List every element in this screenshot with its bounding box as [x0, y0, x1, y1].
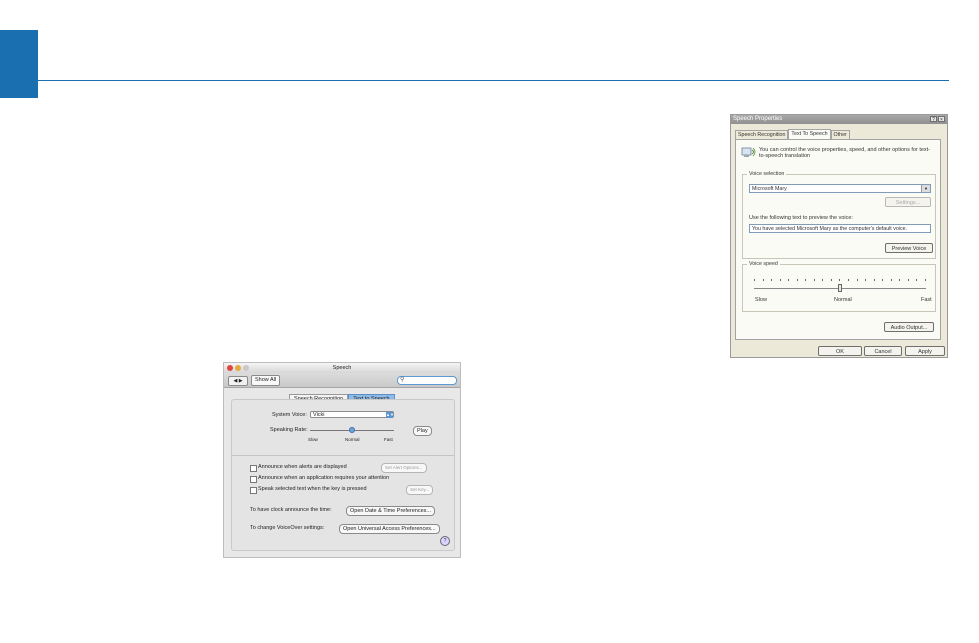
voice-speed-group: Voice speed Slow Normal Fast — [742, 261, 936, 312]
show-all-button[interactable]: Show All — [251, 375, 281, 386]
ok-button[interactable]: OK — [818, 346, 862, 356]
speed-tick — [916, 279, 918, 281]
speed-tick — [899, 279, 901, 281]
voice-speed-slider[interactable] — [754, 284, 926, 292]
speed-tick — [771, 279, 773, 281]
win-title-bar: Speech Properties ? × — [731, 115, 947, 124]
voice-dropdown[interactable]: Microsoft Mary ▼ — [749, 184, 931, 193]
speed-tick — [873, 279, 875, 281]
speed-tick — [779, 279, 781, 281]
preview-text-field[interactable]: You have selected Microsoft Mary as the … — [749, 224, 931, 233]
chevron-down-icon: ▼ — [921, 185, 930, 192]
open-universal-access-button[interactable]: Open Universal Access Preferences... — [339, 524, 440, 534]
tts-intro-text: You can control the voice properties, sp… — [759, 147, 931, 159]
minimize-window-icon[interactable] — [235, 365, 241, 371]
help-icon[interactable]: ? — [440, 536, 450, 546]
audio-output-button[interactable]: Audio Output... — [884, 322, 934, 332]
search-input[interactable]: ⚲ — [397, 376, 457, 385]
speed-tick — [839, 279, 841, 281]
speed-label-slow: Slow — [755, 297, 767, 303]
speed-label-fast: Fast — [921, 297, 932, 303]
speed-tick — [830, 279, 832, 281]
speed-tick — [907, 279, 909, 281]
tab-speech-recognition[interactable]: Speech Recognition — [735, 130, 789, 139]
speed-ticks — [754, 279, 926, 283]
header-rule — [38, 80, 949, 81]
back-forward-buttons[interactable]: ◀ ▶ — [228, 376, 248, 386]
set-alert-options-button[interactable]: Set Alert Options... — [381, 463, 427, 473]
speaking-rate-label: Speaking Rate: — [270, 427, 308, 433]
voice-selection-group: Voice selection Microsoft Mary ▼ Setting… — [742, 171, 936, 259]
system-voice-popup[interactable]: Vicki ▲▼ — [310, 411, 394, 418]
preview-text-label: Use the following text to preview the vo… — [749, 215, 853, 221]
text-to-speech-panel: You can control the voice properties, sp… — [735, 139, 941, 340]
zoom-window-icon[interactable] — [243, 365, 249, 371]
preview-text-value: You have selected Microsoft Mary as the … — [752, 226, 908, 232]
speed-tick — [788, 279, 790, 281]
mac-toolbar: ◀ ▶ Show All ⚲ — [224, 373, 460, 388]
tab-other[interactable]: Other — [830, 130, 850, 139]
speed-tick — [822, 279, 824, 281]
rate-tick-slow: Slow — [308, 437, 318, 442]
settings-button[interactable]: Settings... — [885, 197, 931, 207]
apply-button[interactable]: Apply — [905, 346, 945, 356]
win-dialog-title: Speech Properties — [733, 116, 783, 122]
speed-tick — [754, 279, 755, 281]
win-tab-bar: Speech Recognition Text To Speech Other — [735, 129, 850, 139]
voice-dropdown-value: Microsoft Mary — [752, 186, 787, 192]
mac-title-bar: Speech — [224, 363, 460, 373]
system-voice-label: System Voice: — [272, 412, 307, 418]
cancel-button[interactable]: Cancel — [864, 346, 902, 356]
close-window-icon[interactable] — [227, 365, 233, 371]
speed-tick — [848, 279, 850, 281]
announce-alerts-label: Announce when alerts are displayed — [258, 464, 347, 470]
voice-speed-thumb[interactable] — [838, 284, 842, 292]
speaking-rate-slider[interactable] — [310, 427, 394, 433]
announce-attention-label: Announce when an application requires yo… — [258, 475, 390, 481]
system-voice-value: Vicki — [313, 412, 325, 418]
set-key-button[interactable]: Set Key... — [406, 485, 434, 495]
speed-tick — [890, 279, 892, 281]
text-to-speech-pane: System Voice: Vicki ▲▼ Speaking Rate: Sl… — [231, 399, 455, 551]
rate-tick-fast: Fast — [384, 437, 393, 442]
speed-tick — [924, 279, 926, 281]
search-icon: ⚲ — [400, 377, 405, 383]
speaking-rate-knob[interactable] — [349, 427, 355, 433]
close-icon[interactable]: × — [938, 116, 945, 123]
speed-tick — [856, 279, 858, 281]
tab-text-to-speech[interactable]: Text To Speech — [788, 129, 831, 139]
rate-tick-normal: Normal — [345, 437, 360, 442]
help-icon[interactable]: ? — [930, 116, 937, 123]
preview-voice-button[interactable]: Preview Voice — [885, 243, 933, 253]
speed-tick — [762, 279, 764, 281]
clock-announce-label: To have clock announce the time: — [250, 507, 332, 513]
popup-arrows-icon: ▲▼ — [386, 412, 394, 418]
speak-selected-text-checkbox[interactable] — [250, 487, 257, 494]
play-button[interactable]: Play — [413, 426, 432, 436]
voice-speed-label: Voice speed — [747, 261, 780, 267]
speak-selected-text-label: Speak selected text when the key is pres… — [258, 486, 367, 492]
open-date-time-button[interactable]: Open Date & Time Preferences... — [346, 506, 436, 516]
voice-selection-label: Voice selection — [747, 171, 787, 177]
speed-label-normal: Normal — [834, 297, 852, 303]
mac-window-title: Speech — [332, 365, 352, 371]
mac-speech-window: Speech ◀ ▶ Show All ⚲ Speech Recognition… — [223, 362, 461, 558]
voiceover-label: To change VoiceOver settings: — [250, 525, 325, 531]
chapter-tab-marker — [0, 30, 38, 98]
speed-tick — [796, 279, 798, 281]
pane-divider — [232, 455, 454, 456]
speed-tick — [813, 279, 815, 281]
windows-speech-properties-dialog: Speech Properties ? × Speech Recognition… — [730, 114, 948, 358]
speech-computer-icon — [741, 147, 756, 157]
speed-tick — [865, 279, 867, 281]
announce-attention-checkbox[interactable] — [250, 476, 257, 483]
speed-tick — [805, 279, 807, 281]
speed-tick — [882, 279, 884, 281]
announce-alerts-checkbox[interactable] — [250, 465, 257, 472]
